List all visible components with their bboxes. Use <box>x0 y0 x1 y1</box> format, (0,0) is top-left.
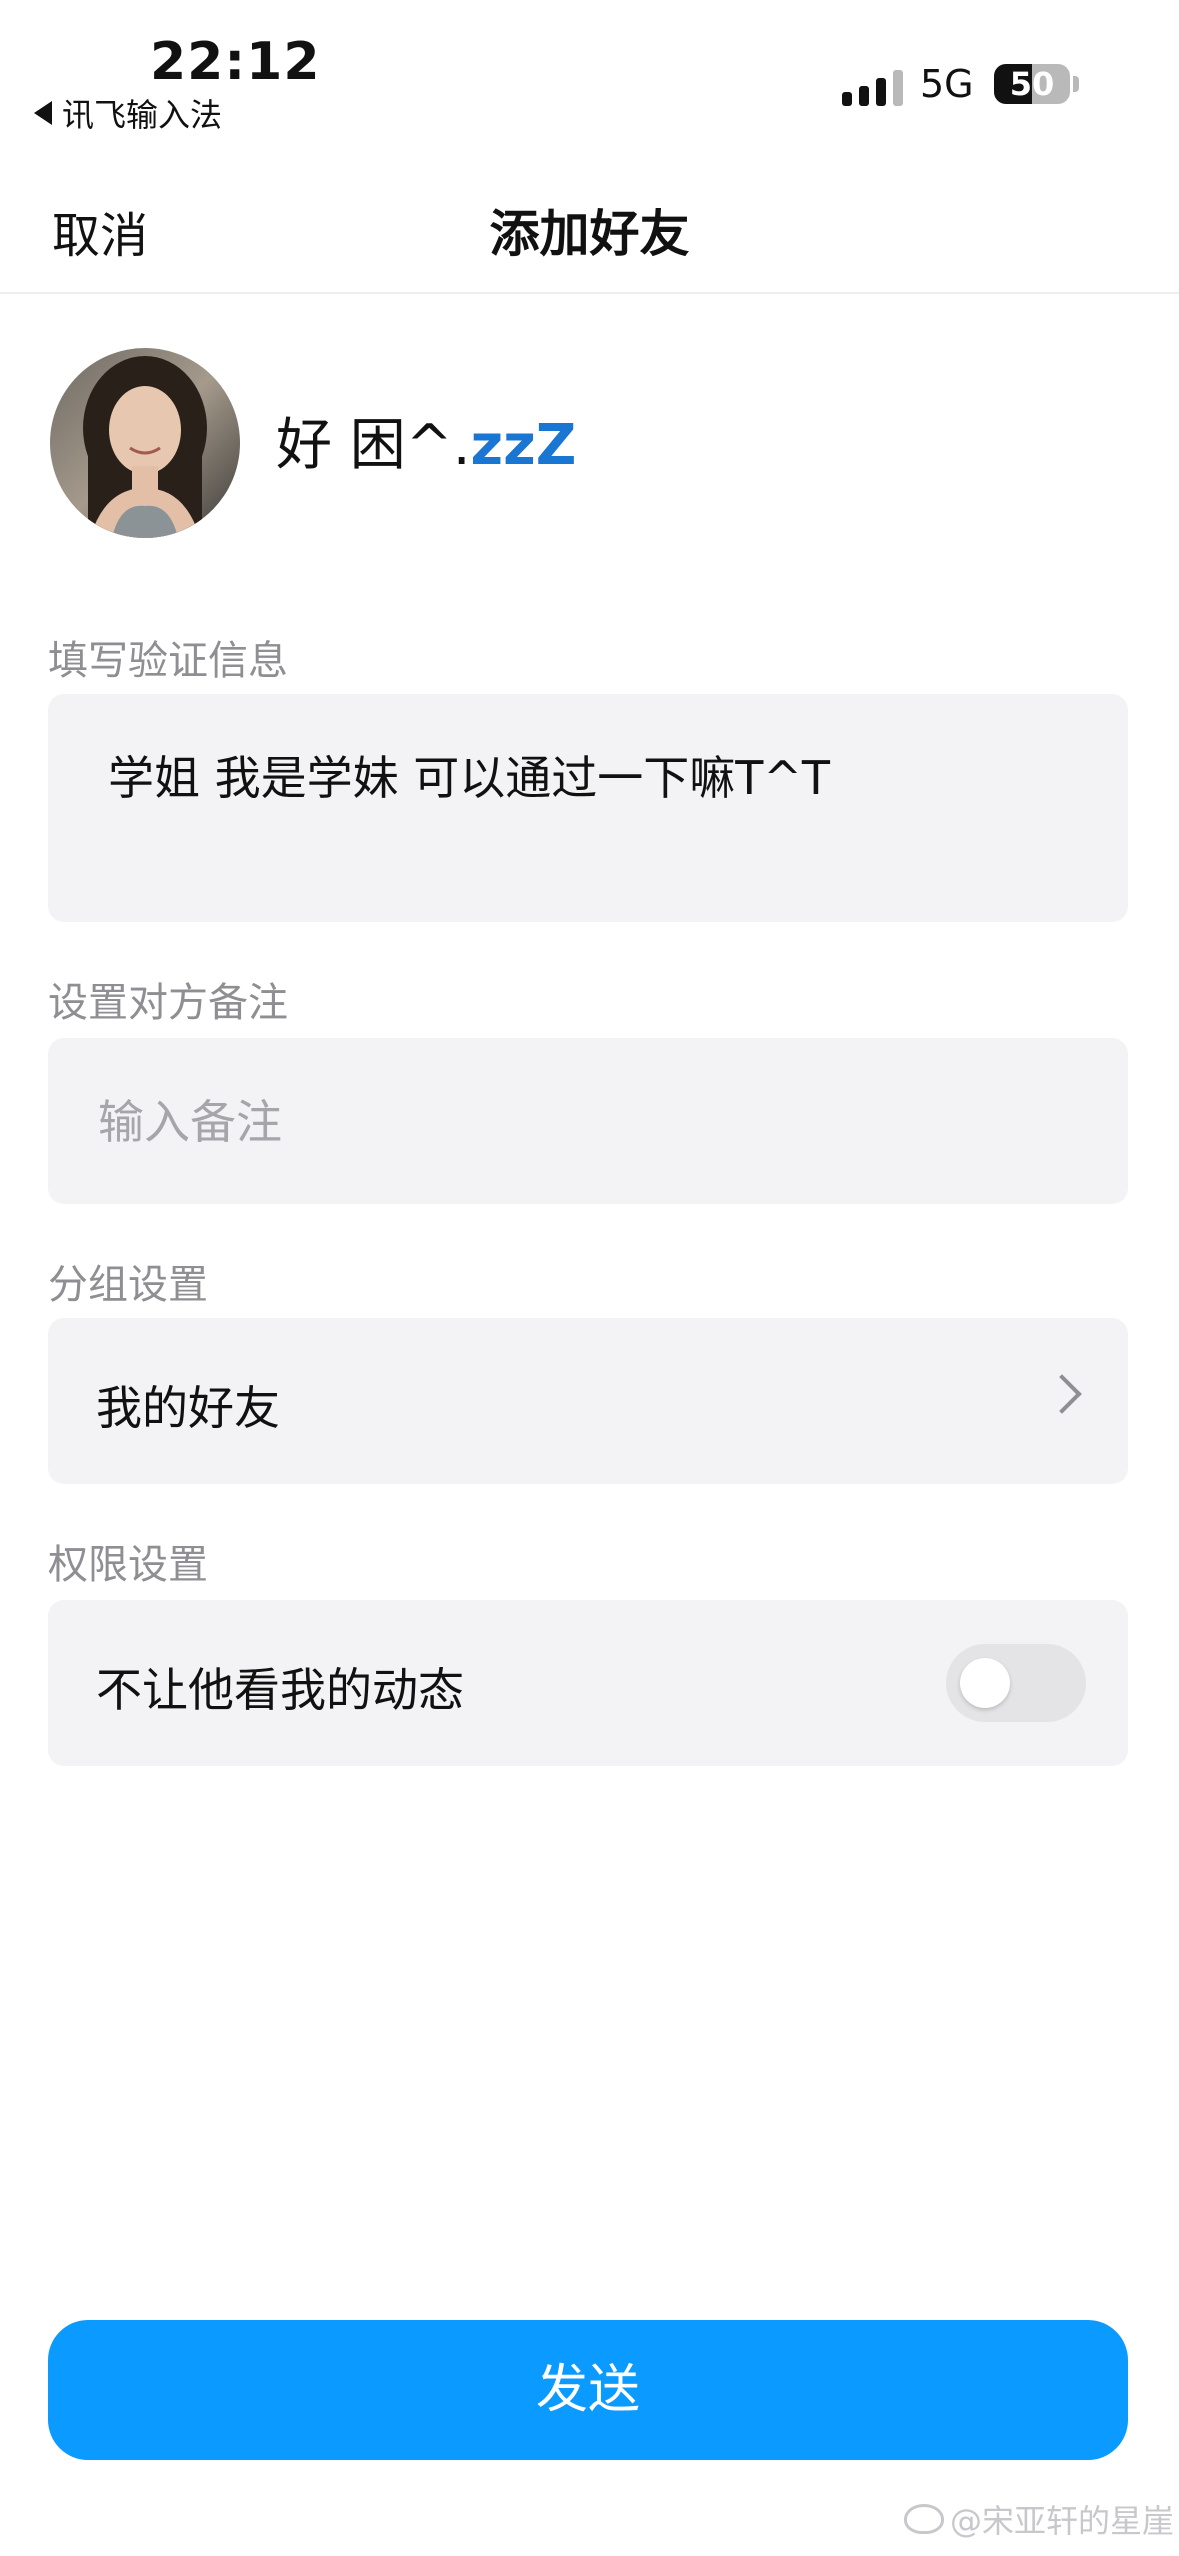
chevron-right-icon <box>1042 1374 1082 1414</box>
remark-field[interactable] <box>48 1038 1128 1206</box>
network-type: 5G <box>920 62 974 106</box>
send-button[interactable]: 发送 <box>48 2320 1128 2460</box>
avatar[interactable] <box>50 348 240 538</box>
weibo-icon <box>904 2504 944 2534</box>
nickname: 好 困^.zzZ <box>276 400 576 481</box>
status-time: 22:12 <box>150 32 321 92</box>
nickname-text: 好 困^. <box>276 413 471 478</box>
watermark-text: @宋亚轩的星崖 <box>950 2502 1175 2540</box>
back-app-label: 讯飞输入法 <box>62 96 223 134</box>
sleep-zz-text: zzZ <box>470 413 577 478</box>
back-triangle-icon <box>34 101 52 125</box>
remark-label: 设置对方备注 <box>48 980 288 1026</box>
signal-icon <box>842 66 903 106</box>
back-to-app-button[interactable]: 讯飞输入法 <box>34 90 222 136</box>
verify-message-field[interactable]: 学姐 我是学妹 可以通过一下嘛T^T <box>48 694 1128 922</box>
toggle-knob <box>960 1658 1010 1708</box>
battery-icon: 50 <box>994 64 1070 104</box>
group-label: 分组设置 <box>48 1262 208 1308</box>
watermark: @宋亚轩的星崖 <box>904 2496 1174 2542</box>
permission-label: 权限设置 <box>48 1542 208 1588</box>
permission-option-label: 不让他看我的动态 <box>96 1663 464 1717</box>
verify-label: 填写验证信息 <box>48 638 288 684</box>
verify-message-text: 学姐 我是学妹 可以通过一下嘛T^T <box>108 751 830 805</box>
hide-moments-toggle[interactable] <box>946 1644 1086 1722</box>
group-select[interactable]: 我的好友 <box>48 1318 1128 1484</box>
nav-divider <box>0 292 1179 294</box>
group-value: 我的好友 <box>96 1381 280 1435</box>
page-title: 添加好友 <box>489 205 690 263</box>
battery-level: 50 <box>1009 65 1055 103</box>
permission-row: 不让他看我的动态 <box>48 1600 1128 1766</box>
battery-tip <box>1073 76 1079 92</box>
remark-input[interactable] <box>96 1038 1080 1206</box>
